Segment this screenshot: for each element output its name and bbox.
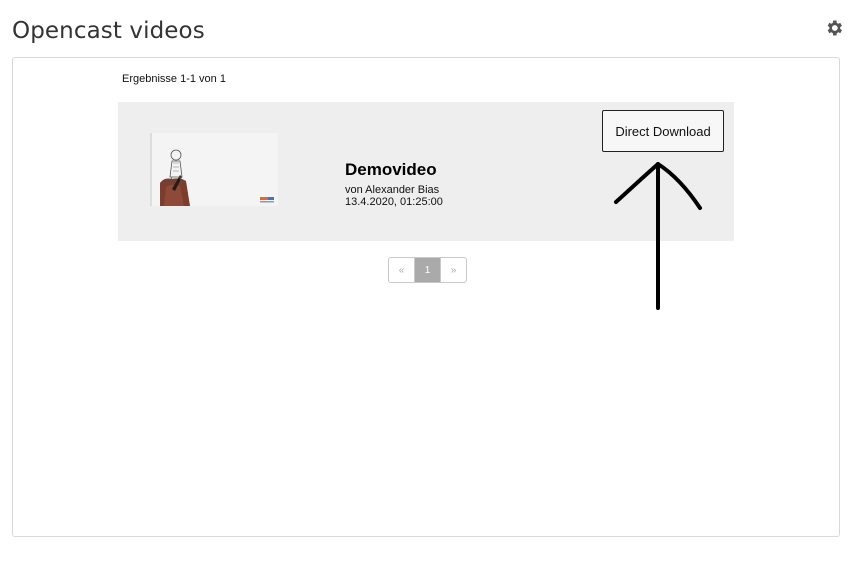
gear-icon[interactable] [824,18,844,38]
pagination: « 1 » [388,257,467,283]
thumbnail-image [150,133,278,206]
arrow-annotation [614,162,702,310]
video-title[interactable]: Demovideo [345,160,437,180]
page: Opencast videos Ergebnisse 1-1 von 1 Dem… [0,0,860,567]
block-title: Opencast videos [12,18,205,44]
video-date: 13.4.2020, 01:25:00 [345,196,443,208]
direct-download-button[interactable]: Direct Download [602,110,724,152]
video-author: von Alexander Bias [345,184,440,196]
results-summary: Ergebnisse 1-1 von 1 [122,73,226,85]
pagination-prev[interactable]: « [389,258,414,282]
pagination-next[interactable]: » [440,258,466,282]
video-thumbnail[interactable] [150,133,278,206]
pagination-page-current[interactable]: 1 [414,258,440,282]
